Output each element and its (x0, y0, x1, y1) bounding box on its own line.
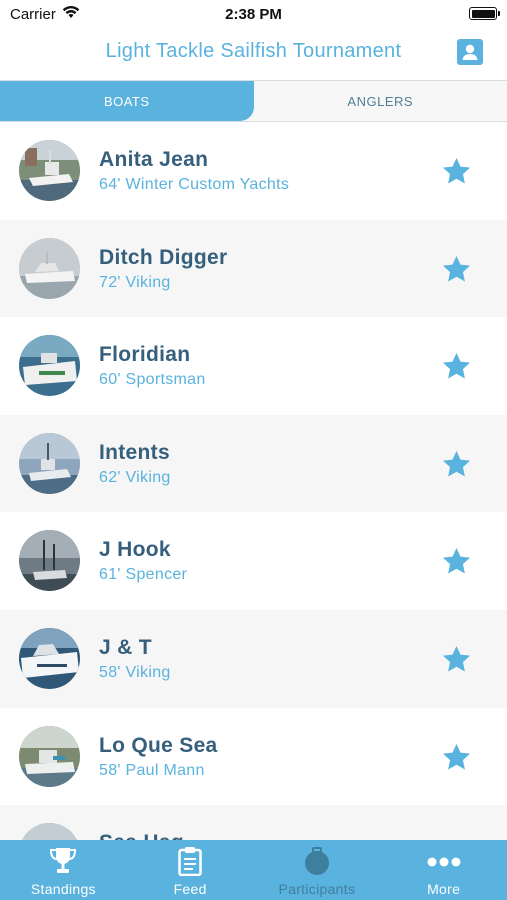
tab-label: Participants (278, 881, 356, 897)
clipboard-icon (178, 847, 202, 876)
tab-participants[interactable]: Participants (254, 840, 381, 900)
boat-photo (19, 335, 80, 397)
trophy-icon (50, 848, 77, 873)
boat-list: Anita Jean 64' Winter Custom Yachts Ditc… (0, 122, 507, 840)
boat-photo (19, 530, 80, 592)
favorite-star-icon[interactable] (441, 449, 472, 480)
favorite-star-icon[interactable] (441, 644, 472, 675)
boat-description: 58' Viking (99, 663, 171, 681)
boat-description: 62' Viking (99, 468, 171, 486)
favorite-star-icon[interactable] (441, 351, 472, 382)
boat-name: Anita Jean (99, 148, 209, 171)
clock: 2:38 PM (225, 6, 282, 23)
page-title: Light Tackle Sailfish Tournament (105, 40, 402, 62)
list-item[interactable]: Anita Jean 64' Winter Custom Yachts (0, 122, 507, 220)
list-item[interactable]: Lo Que Sea 58' Paul Mann (0, 707, 507, 806)
list-item[interactable]: J & T 58' Viking (0, 609, 507, 708)
favorite-star-icon[interactable] (441, 742, 472, 773)
boat-photo (19, 237, 80, 299)
boat-photo (19, 725, 80, 787)
tab-label: More (427, 881, 461, 897)
boat-description: 64' Winter Custom Yachts (99, 176, 290, 193)
boat-description: 58' Paul Mann (99, 761, 205, 779)
boat-description: 61' Spencer (99, 566, 188, 584)
battery-icon (469, 7, 500, 20)
list-item[interactable]: Sea Hag (0, 805, 507, 840)
list-item[interactable]: Ditch Digger 72' Viking (0, 219, 507, 318)
favorite-star-icon[interactable] (441, 546, 472, 577)
boat-photo (19, 140, 80, 201)
boat-name: Sea Hag (99, 831, 184, 840)
list-item[interactable]: Floridian 60' Sportsman (0, 317, 507, 415)
segmented-control: BOATS ANGLERS (0, 80, 507, 122)
boat-photo (19, 432, 80, 494)
tab-feed[interactable]: Feed (127, 840, 254, 900)
status-bar: Carrier 2:38 PM (0, 0, 507, 30)
boat-name: Ditch Digger (99, 245, 228, 269)
favorite-star-icon[interactable] (441, 254, 472, 285)
segment-boats[interactable]: BOATS (0, 81, 254, 121)
boat-photo (19, 823, 80, 840)
tab-more[interactable]: More (380, 840, 507, 900)
segment-anglers[interactable]: ANGLERS (254, 81, 507, 121)
nav-bar: Light Tackle Sailfish Tournament (0, 30, 507, 76)
tab-bar: Standings Feed Participants More (0, 840, 507, 900)
tab-label: Standings (30, 881, 96, 897)
boat-description: 72' Viking (99, 273, 171, 291)
favorite-star-icon[interactable] (441, 156, 472, 187)
boat-name: J & T (99, 635, 152, 659)
list-item[interactable]: J Hook 61' Spencer (0, 512, 507, 610)
life-ring-icon (304, 847, 329, 875)
boat-photo (19, 627, 80, 689)
boat-name: Floridian (99, 343, 191, 367)
tab-standings[interactable]: Standings (0, 840, 127, 900)
boat-name: Intents (99, 440, 170, 464)
boat-description: 60' Sportsman (99, 371, 206, 389)
boat-name: J Hook (99, 538, 171, 562)
boat-name: Lo Que Sea (99, 733, 218, 757)
tab-label: Feed (173, 881, 207, 897)
profile-button[interactable] (457, 39, 483, 65)
list-item[interactable]: Intents 62' Viking (0, 414, 507, 513)
person-card-icon (462, 44, 478, 60)
more-dots-icon (427, 857, 461, 867)
